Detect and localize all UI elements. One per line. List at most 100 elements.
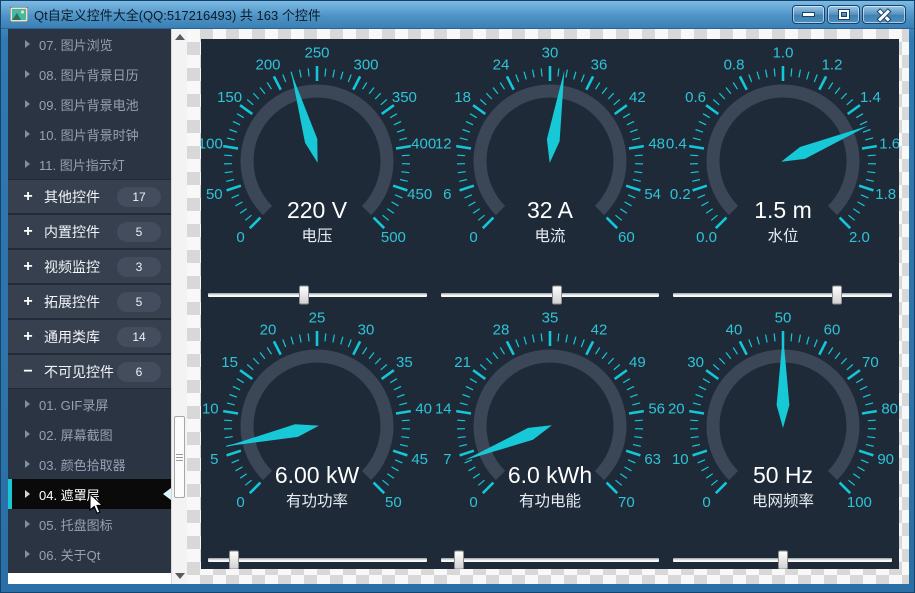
minor-tick [614, 100, 620, 105]
tick-label: 30 [687, 354, 704, 371]
sidebar-group-9[interactable]: +通用类库14 [8, 319, 171, 354]
major-tick [586, 341, 593, 354]
sidebar-group-8[interactable]: +拓展控件5 [8, 284, 171, 319]
minor-tick [615, 480, 621, 485]
minor-tick [460, 403, 468, 405]
minor-tick [233, 386, 240, 389]
minor-tick [697, 195, 704, 198]
major-tick [615, 370, 627, 379]
slider-active-power[interactable] [208, 551, 427, 569]
minor-tick [232, 460, 239, 463]
scrollbar-thumb[interactable] [174, 416, 185, 498]
sidebar-item-2[interactable]: 09. 图片背景电池 [8, 89, 171, 119]
minor-tick [628, 195, 635, 198]
window-title: Qt自定义控件大全(QQ:517216493) 共 163 个控件 [34, 5, 321, 24]
major-tick [615, 105, 627, 114]
slider-track [673, 293, 892, 297]
sidebar-item-4[interactable]: 11. 图片指示灯 [8, 149, 171, 179]
minor-tick [627, 386, 634, 389]
slider-handle[interactable] [454, 551, 464, 570]
minor-tick [533, 335, 535, 343]
minor-tick [457, 420, 465, 421]
sidebar-item-1[interactable]: 08. 图片背景日历 [8, 59, 171, 89]
chevron-right-icon [25, 460, 30, 468]
sidebar-group-10[interactable]: −不可见控件6 [8, 354, 171, 389]
slider-handle[interactable] [552, 286, 562, 305]
tick-label: 90 [877, 451, 894, 468]
major-tick [847, 370, 859, 379]
chevron-right-icon [25, 160, 30, 168]
tick-label: 50 [385, 494, 402, 511]
minor-tick [227, 403, 235, 405]
minor-tick [388, 209, 395, 214]
slider-handle[interactable] [299, 286, 309, 305]
tick-label: 7 [443, 451, 451, 468]
sidebar-item-11[interactable]: 01. GIF录屏 [8, 389, 171, 419]
major-tick [396, 146, 411, 148]
minor-tick [814, 340, 817, 348]
slider-voltage[interactable] [208, 286, 427, 304]
minor-tick [867, 172, 875, 173]
tick-label: 0.6 [685, 89, 706, 106]
minor-tick [748, 75, 751, 83]
sidebar-group-7[interactable]: +视频监控3 [8, 249, 171, 284]
gauge-grid-frequency: 010203040506070809010050 Hz电网频率 [666, 304, 899, 551]
tick-label: 24 [493, 56, 510, 73]
sidebar-item-label: 10. 图片背景时钟 [39, 125, 139, 144]
minor-tick [608, 358, 614, 364]
minimize-button[interactable] [792, 5, 825, 24]
scrollbar-up-icon[interactable] [175, 34, 185, 40]
minor-tick [400, 138, 408, 140]
tick-label: 50 [774, 310, 791, 327]
close-icon [877, 8, 891, 22]
minor-tick [713, 365, 719, 370]
major-tick [839, 483, 850, 494]
sidebar-item-3[interactable]: 10. 图片背景时钟 [8, 119, 171, 149]
minor-tick [835, 353, 840, 359]
major-tick [382, 370, 394, 379]
slider-handle[interactable] [778, 551, 788, 570]
slider-handle[interactable] [832, 286, 842, 305]
minor-tick [333, 335, 335, 343]
maximize-button[interactable] [827, 5, 860, 24]
sidebar-scrollbar[interactable] [171, 29, 187, 584]
minor-tick [478, 480, 484, 485]
minor-tick [300, 335, 302, 343]
tick-label: 28 [493, 321, 510, 338]
minor-tick [533, 70, 535, 78]
minor-tick [465, 195, 472, 198]
chevron-right-icon [25, 430, 30, 438]
tick-label: 300 [354, 56, 379, 73]
slider-grid-frequency[interactable] [673, 551, 892, 569]
slider-current[interactable] [441, 286, 660, 304]
window-controls [792, 5, 906, 24]
minor-tick [602, 88, 607, 94]
sidebar-item-0[interactable]: 07. 图片浏览 [8, 29, 171, 59]
major-tick [715, 218, 726, 229]
minor-tick [695, 395, 703, 398]
minor-tick [634, 172, 642, 173]
minor-tick [624, 202, 631, 206]
minor-tick [383, 215, 389, 220]
tick-label: 12 [435, 136, 452, 153]
minor-tick [841, 358, 847, 364]
tick-label: 63 [644, 451, 661, 468]
sidebar-item-16[interactable]: 06. 关于Qt [8, 539, 171, 569]
sidebar-item-13[interactable]: 03. 颜色拾取器 [8, 449, 171, 479]
minor-tick [225, 437, 233, 438]
close-button[interactable] [862, 5, 906, 24]
slider-handle[interactable] [229, 551, 239, 570]
minor-tick [468, 467, 475, 471]
sidebar-group-6[interactable]: +内置控件5 [8, 214, 171, 249]
minor-tick [706, 474, 713, 479]
slider-active-energy[interactable] [441, 551, 660, 569]
minor-tick [703, 379, 710, 383]
minor-tick [457, 155, 465, 156]
minor-tick [806, 337, 808, 345]
minor-tick [634, 437, 642, 438]
minor-tick [693, 403, 701, 405]
sidebar-item-12[interactable]: 02. 屏幕截图 [8, 419, 171, 449]
scrollbar-down-icon[interactable] [175, 573, 185, 579]
slider-water-level[interactable] [673, 286, 892, 304]
sidebar-group-5[interactable]: +其他控件17 [8, 179, 171, 214]
